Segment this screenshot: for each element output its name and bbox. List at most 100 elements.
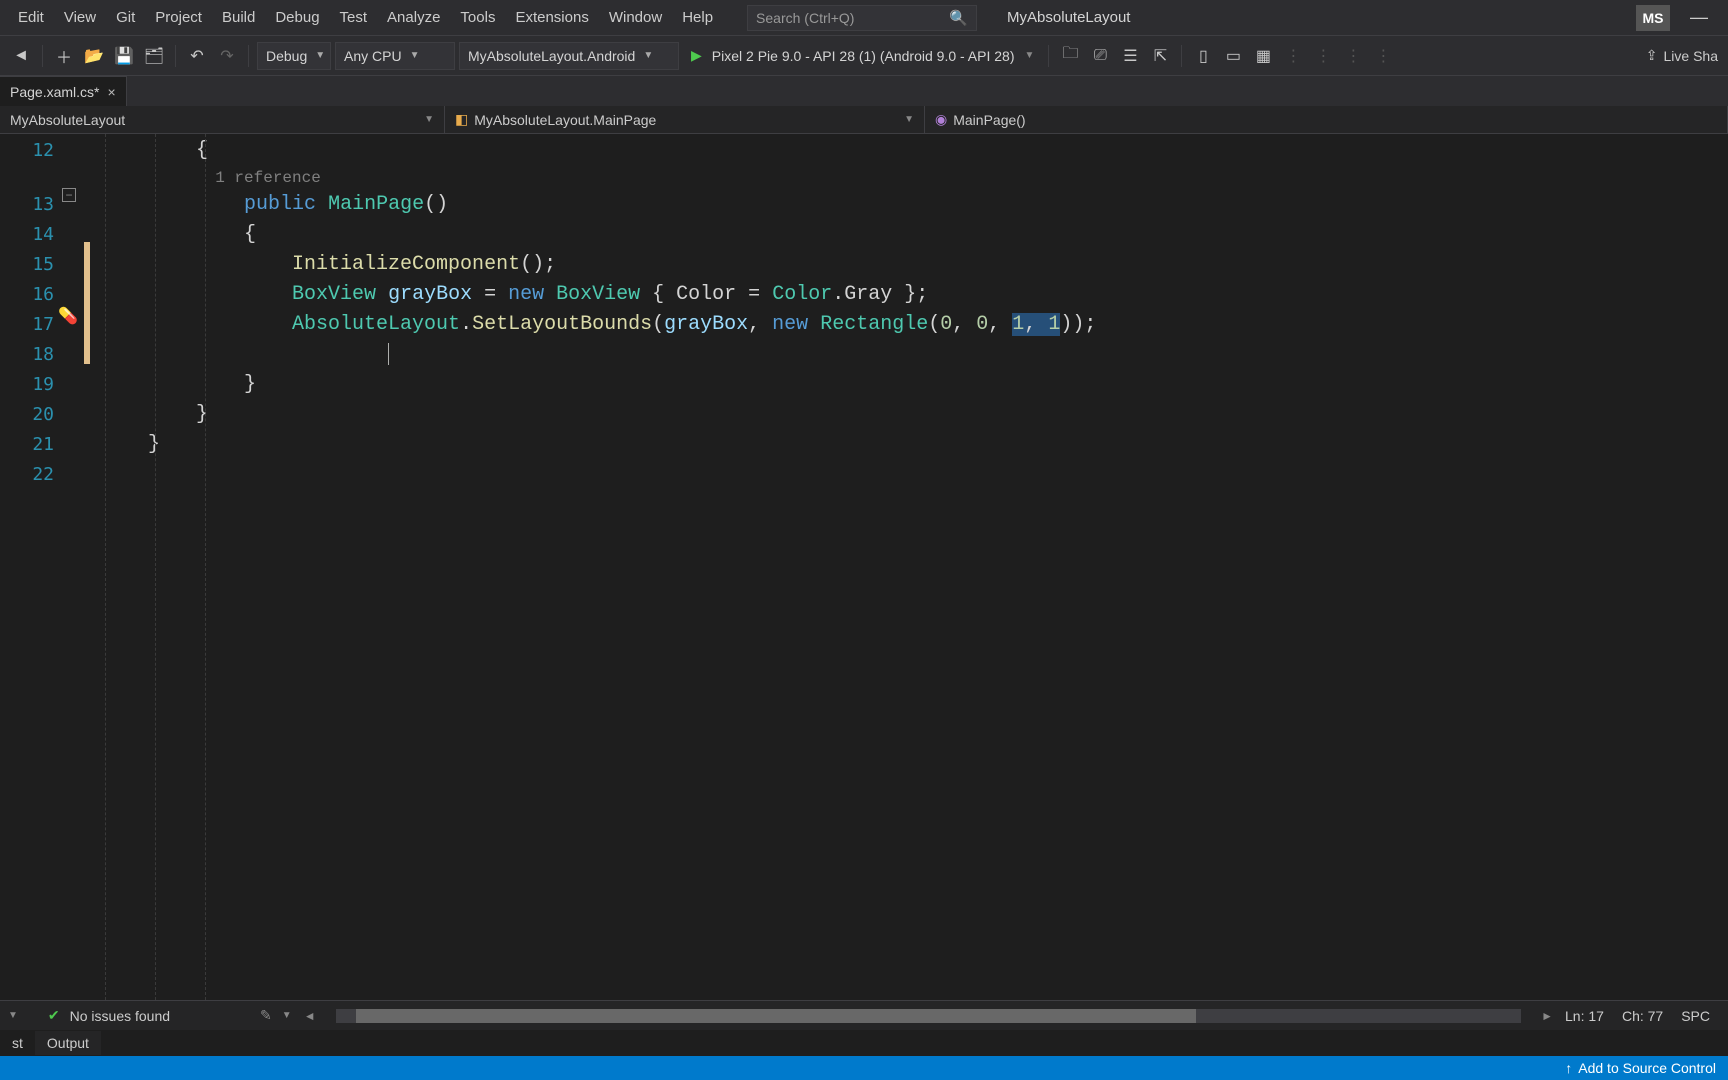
toolbar-icon[interactable]: ⋮ [1280, 43, 1306, 69]
nav-class-dropdown[interactable]: ◧ MyAbsoluteLayout.MainPage ▼ [445, 106, 925, 133]
menu-bar: Edit View Git Project Build Debug Test A… [0, 0, 1728, 36]
issues-label[interactable]: No issues found [70, 1008, 170, 1024]
text-cursor [388, 343, 389, 365]
chevron-down-icon: ▼ [904, 114, 914, 125]
menu-tools[interactable]: Tools [450, 3, 505, 32]
device-label[interactable]: Pixel 2 Pie 9.0 - API 28 (1) (Android 9.… [712, 48, 1015, 64]
panel-tab-output[interactable]: Output [35, 1031, 101, 1055]
code-line[interactable]: public MainPage() [100, 190, 1728, 220]
lightbulb-icon[interactable]: 💊 [58, 306, 78, 326]
char-position[interactable]: Ch: 77 [1622, 1008, 1663, 1024]
menu-analyze[interactable]: Analyze [377, 3, 450, 32]
toolbar: ◄ ＋ 📂 💾 🗂 ↶ ↷ Debug ▼ Any CPU ▼ MyAbsolute… [0, 36, 1728, 76]
fold-toggle[interactable]: − [62, 188, 76, 202]
toolbar-icon[interactable]: ▯ [1190, 43, 1216, 69]
toolbar-icon[interactable]: ⎚ [1087, 43, 1113, 69]
search-placeholder: Search (Ctrl+Q) [756, 10, 854, 26]
brush-icon[interactable]: ✎ [260, 1007, 272, 1024]
toolbar-icon[interactable]: ⇱ [1147, 43, 1173, 69]
toolbar-icon[interactable]: ▭ [1220, 43, 1246, 69]
code-line[interactable]: } [100, 370, 1728, 400]
user-badge[interactable]: MS [1636, 5, 1670, 31]
code-line[interactable]: InitializeComponent(); [100, 250, 1728, 280]
menu-view[interactable]: View [54, 3, 106, 32]
chevron-down-icon[interactable]: ▼ [1025, 50, 1035, 61]
configuration-label: Debug [266, 48, 307, 64]
editor-margin: − 💊 [60, 134, 100, 1000]
menu-help[interactable]: Help [672, 3, 723, 32]
toolbar-icon[interactable]: ▦ [1250, 43, 1276, 69]
editor-status-bar: ▼ ✔ No issues found ✎ ▼ ◄ ► Ln: 17 Ch: 7… [0, 1000, 1728, 1030]
scroll-right-icon[interactable]: ► [1539, 1009, 1555, 1023]
add-source-control-button[interactable]: Add to Source Control [1578, 1060, 1716, 1076]
menu-test[interactable]: Test [330, 3, 378, 32]
menu-edit[interactable]: Edit [8, 3, 54, 32]
minimize-icon[interactable]: — [1690, 7, 1708, 28]
platform-label: Any CPU [344, 48, 402, 64]
method-icon: ◉ [935, 111, 947, 128]
separator [175, 45, 176, 67]
platform-dropdown[interactable]: Any CPU ▼ [335, 42, 455, 70]
code-line[interactable] [100, 460, 1728, 490]
separator [42, 45, 43, 67]
ok-icon: ✔ [48, 1007, 60, 1024]
codelens-reference[interactable]: 1 reference [100, 166, 1728, 190]
indent-mode[interactable]: SPC [1681, 1008, 1710, 1024]
menu-build[interactable]: Build [212, 3, 265, 32]
nav-project-dropdown[interactable]: MyAbsoluteLayout ▼ [0, 106, 445, 133]
toolbar-icon[interactable]: 🗀 [1057, 43, 1083, 69]
scrollbar-thumb[interactable] [356, 1009, 1196, 1023]
toolbar-icon[interactable]: ⋮ [1310, 43, 1336, 69]
menu-window[interactable]: Window [599, 3, 672, 32]
code-content[interactable]: { 1 reference public MainPage() { Initia… [100, 134, 1728, 1000]
chevron-down-icon: ▼ [424, 114, 434, 125]
solution-name-label: MyAbsoluteLayout [1007, 9, 1130, 26]
panel-tab[interactable]: st [0, 1031, 35, 1055]
dropdown-icon[interactable]: ▼ [8, 1010, 18, 1021]
code-line[interactable] [100, 340, 1728, 370]
menu-project[interactable]: Project [145, 3, 212, 32]
undo-icon[interactable]: ↶ [184, 43, 210, 69]
line-number-gutter: 1213141516171819202122 [0, 134, 60, 1000]
back-button[interactable]: ◄ [8, 43, 34, 69]
code-line[interactable]: BoxView grayBox = new BoxView { Color = … [100, 280, 1728, 310]
configuration-dropdown[interactable]: Debug ▼ [257, 42, 331, 70]
nav-member-dropdown[interactable]: ◉ MainPage() [925, 106, 1728, 133]
scroll-left-icon[interactable]: ◄ [302, 1009, 318, 1023]
code-editor[interactable]: 1213141516171819202122 − 💊 { 1 reference… [0, 134, 1728, 1000]
start-debug-button[interactable]: ▶ [691, 47, 702, 64]
code-line[interactable]: { [100, 220, 1728, 250]
toolbar-icon[interactable]: ⋮ [1370, 43, 1396, 69]
chevron-down-icon: ▼ [410, 50, 420, 61]
toolbar-icon[interactable]: ⋮ [1340, 43, 1366, 69]
code-line[interactable]: } [100, 430, 1728, 460]
toolbar-icon[interactable]: ☰ [1117, 43, 1143, 69]
code-line[interactable]: } [100, 400, 1728, 430]
navigation-bar: MyAbsoluteLayout ▼ ◧ MyAbsoluteLayout.Ma… [0, 106, 1728, 134]
open-icon[interactable]: 📂 [81, 43, 107, 69]
chevron-down-icon[interactable]: ▼ [282, 1010, 292, 1021]
new-project-icon[interactable]: ＋ [51, 43, 77, 69]
menu-debug[interactable]: Debug [265, 3, 329, 32]
horizontal-scrollbar[interactable] [336, 1009, 1521, 1023]
menu-extensions[interactable]: Extensions [505, 3, 598, 32]
startup-project-dropdown[interactable]: MyAbsoluteLayout.Android▼ [459, 42, 679, 70]
tab-filename: Page.xaml.cs* [10, 84, 99, 100]
editor-tab[interactable]: Page.xaml.cs* × [0, 76, 127, 106]
line-position[interactable]: Ln: 17 [1565, 1008, 1604, 1024]
code-line[interactable]: { [100, 136, 1728, 166]
close-icon[interactable]: × [107, 84, 115, 100]
nav-class-label: MyAbsoluteLayout.MainPage [474, 112, 656, 128]
menu-git[interactable]: Git [106, 3, 145, 32]
redo-icon[interactable]: ↷ [214, 43, 240, 69]
search-input[interactable]: Search (Ctrl+Q) 🔍 [747, 5, 977, 31]
save-icon[interactable]: 💾 [111, 43, 137, 69]
tab-strip: Page.xaml.cs* × [0, 76, 1728, 106]
live-share-button[interactable]: ⇪ Live Sha [1646, 47, 1718, 64]
nav-member-label: MainPage() [953, 112, 1025, 128]
live-share-label: Live Sha [1664, 48, 1718, 64]
save-all-icon[interactable]: 🗂 [141, 43, 167, 69]
code-line[interactable]: AbsoluteLayout.SetLayoutBounds(grayBox, … [100, 310, 1728, 340]
chevron-down-icon: ▼ [315, 50, 325, 61]
startup-project-label: MyAbsoluteLayout.Android [468, 48, 635, 64]
